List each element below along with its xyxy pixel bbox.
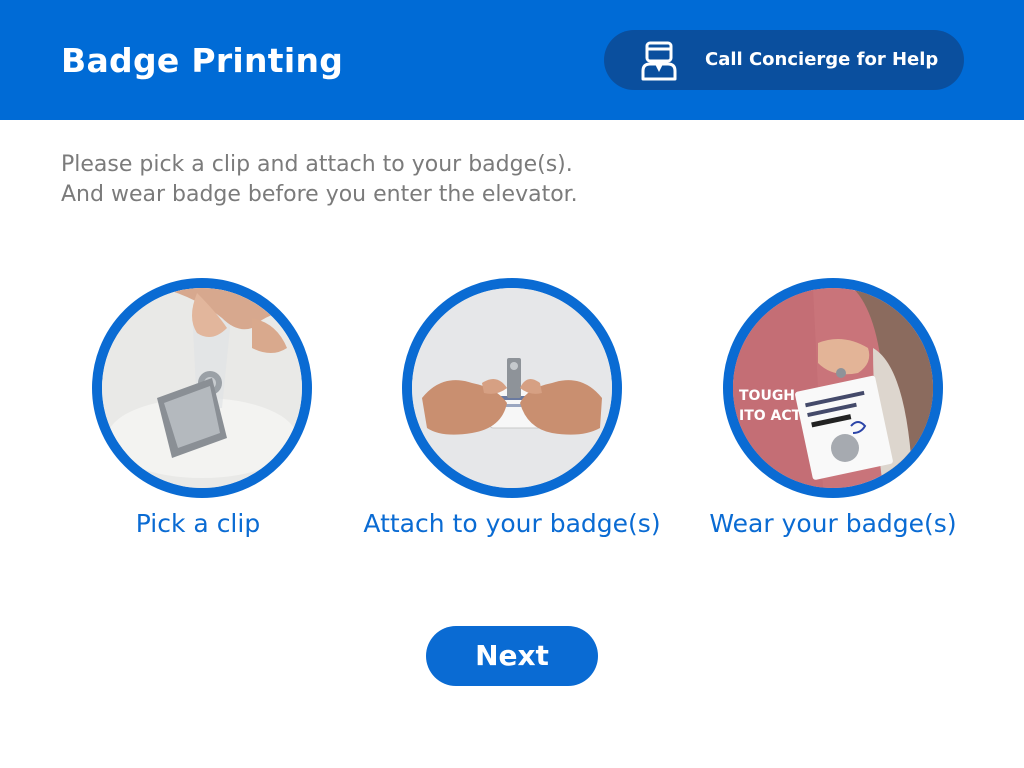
- step-3-photo-wear: TOUGH. ITO ACTIO: [723, 278, 943, 498]
- instruction-line-2: And wear badge before you enter the elev…: [61, 182, 578, 207]
- next-button[interactable]: Next: [426, 626, 598, 686]
- header-bar: Badge Printing Call Concierge for Help: [0, 0, 1024, 120]
- step-2-photo-attach: [402, 278, 622, 498]
- instructions-text: Please pick a clip and attach to your ba…: [61, 150, 961, 210]
- call-concierge-button[interactable]: Call Concierge for Help: [604, 30, 964, 90]
- svg-text:TOUGH.: TOUGH.: [739, 388, 800, 404]
- attach-clip-to-badge-photo: [412, 288, 612, 488]
- step-2-label: Attach to your badge(s): [363, 509, 661, 538]
- instruction-line-1: Please pick a clip and attach to your ba…: [61, 152, 573, 177]
- step-1-label: Pick a clip: [135, 509, 261, 538]
- concierge-person-icon: [641, 41, 677, 81]
- page-title: Badge Printing: [61, 41, 344, 80]
- call-concierge-label: Call Concierge for Help: [705, 49, 939, 70]
- step-1-photo-clip: [92, 278, 312, 498]
- wear-badge-photo: TOUGH. ITO ACTIO: [733, 288, 933, 488]
- step-3-label: Wear your badge(s): [709, 509, 957, 538]
- clip-photo: [102, 288, 302, 488]
